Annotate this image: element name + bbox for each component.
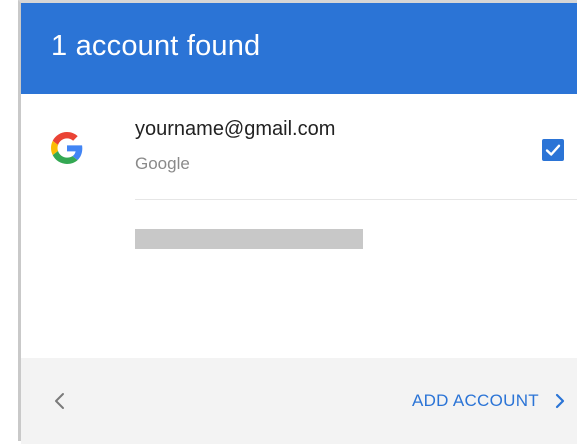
chevron-right-icon [555,393,565,409]
checkmark-icon [545,144,561,156]
divider [135,199,577,200]
account-dialog: 1 account found yourname@gmail.com Googl… [18,0,577,444]
loading-placeholder [135,229,363,249]
google-g-icon [51,132,83,164]
account-email: yourname@gmail.com [135,118,336,140]
dialog-footer: ADD ACCOUNT [21,358,577,444]
dialog-header: 1 account found [21,3,577,94]
chevron-left-icon[interactable] [49,390,71,412]
account-provider: Google [135,154,190,173]
account-checkbox[interactable] [542,139,564,161]
add-account-button[interactable]: ADD ACCOUNT [412,386,567,416]
header-title: 1 account found [51,30,261,62]
account-item[interactable]: yourname@gmail.com Google [21,94,577,204]
add-account-label: ADD ACCOUNT [411,391,539,410]
